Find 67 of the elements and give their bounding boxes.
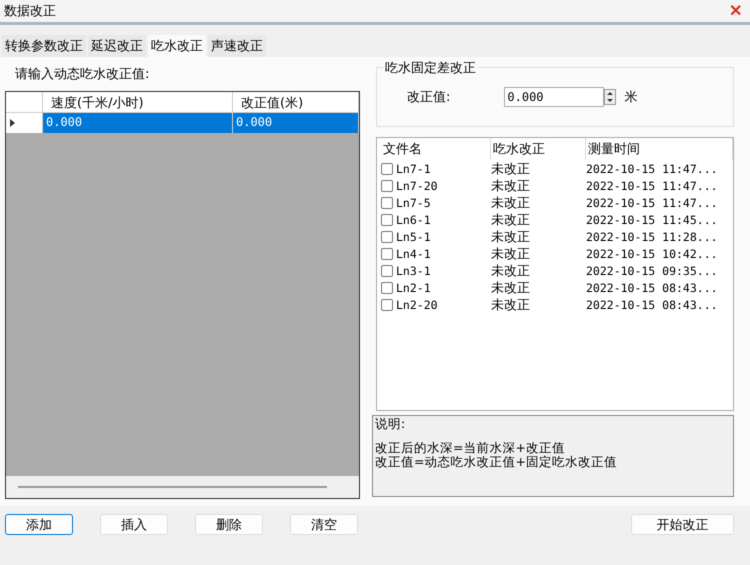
time-text: 2022-10-15 11:47... bbox=[586, 196, 718, 210]
note-text: 改正后的水深=当前水深+改正值 bbox=[375, 441, 566, 455]
table-cell[interactable]: 0.000 bbox=[233, 113, 359, 133]
time-text: 2022-10-15 08:43... bbox=[586, 280, 718, 294]
file-name: Ln2-1 bbox=[396, 280, 431, 294]
status-text: 未改正 bbox=[491, 280, 530, 296]
file-name: Ln4-1 bbox=[396, 246, 431, 260]
scroll-bar[interactable] bbox=[6, 476, 359, 498]
file-name: Ln7-5 bbox=[396, 196, 431, 210]
status-text: 未改正 bbox=[491, 262, 530, 280]
note-title: 说明: bbox=[375, 417, 406, 431]
checkbox[interactable] bbox=[381, 230, 393, 242]
close-button[interactable]: ✕ bbox=[729, 1, 742, 21]
action-button[interactable]: 添加 bbox=[5, 514, 73, 535]
checkbox[interactable] bbox=[381, 196, 393, 208]
status-text: 未改正 bbox=[491, 228, 530, 246]
tab[interactable]: 吃水改正 bbox=[148, 35, 206, 57]
window-title: 数据改正 bbox=[4, 3, 56, 20]
checkbox[interactable] bbox=[381, 298, 393, 310]
checkbox[interactable] bbox=[381, 162, 393, 174]
column-header[interactable]: 改正值(米) bbox=[233, 92, 359, 113]
column-header[interactable]: 测量时间 bbox=[586, 138, 733, 160]
action-button[interactable]: 插入 bbox=[100, 514, 168, 535]
checkbox[interactable] bbox=[381, 214, 393, 226]
status-text: 未改正 bbox=[491, 160, 530, 178]
time-text: 2022-10-15 09:35... bbox=[586, 264, 718, 278]
column-header[interactable]: 文件名 bbox=[381, 138, 491, 160]
start-button[interactable]: 开始改正 bbox=[631, 514, 734, 535]
group-title: 吃水固定差改正 bbox=[383, 59, 478, 77]
value-label: 改正值: bbox=[407, 89, 450, 106]
spin-arrows-icon[interactable] bbox=[604, 87, 616, 107]
checkbox[interactable] bbox=[381, 282, 393, 294]
status-text: 未改正 bbox=[491, 246, 530, 262]
value-field[interactable]: 0.000 bbox=[504, 87, 604, 107]
current-row-icon bbox=[10, 119, 15, 127]
tab[interactable]: 声速改正 bbox=[208, 35, 266, 57]
status-text: 未改正 bbox=[491, 178, 530, 194]
status-text: 未改正 bbox=[491, 194, 530, 212]
corner-cell bbox=[6, 92, 43, 113]
time-text: 2022-10-15 11:45... bbox=[586, 212, 718, 226]
checkbox[interactable] bbox=[381, 264, 393, 276]
status-text: 未改正 bbox=[491, 212, 530, 228]
file-name: Ln2-20 bbox=[396, 298, 438, 312]
action-button[interactable]: 删除 bbox=[195, 514, 263, 535]
column-header[interactable]: 速度(千米/小时) bbox=[43, 92, 233, 113]
file-name: Ln7-1 bbox=[396, 162, 431, 176]
time-text: 2022-10-15 10:42... bbox=[586, 246, 718, 260]
file-name: Ln6-1 bbox=[396, 212, 431, 226]
checkbox[interactable] bbox=[381, 180, 393, 192]
tab[interactable]: 转换参数改正 bbox=[2, 35, 86, 57]
time-text: 2022-10-15 08:43... bbox=[586, 298, 718, 312]
table-cell[interactable]: 0.000 bbox=[43, 113, 233, 133]
note-text: 改正值=动态吃水改正值+固定吃水改正值 bbox=[375, 455, 618, 469]
tab[interactable]: 延迟改正 bbox=[88, 35, 146, 57]
file-name: Ln3-1 bbox=[396, 264, 431, 278]
row-header[interactable] bbox=[6, 113, 43, 133]
time-text: 2022-10-15 11:28... bbox=[586, 230, 718, 244]
file-name: Ln7-20 bbox=[396, 178, 438, 192]
column-header[interactable]: 吃水改正 bbox=[491, 138, 586, 160]
time-text: 2022-10-15 11:47... bbox=[586, 162, 718, 176]
checkbox[interactable] bbox=[381, 248, 393, 260]
action-button[interactable]: 清空 bbox=[290, 514, 358, 535]
dynamic-label: 请输入动态吃水改正值: bbox=[15, 66, 150, 83]
unit-label: 米 bbox=[624, 89, 638, 106]
status-text: 未改正 bbox=[491, 296, 530, 314]
file-name: Ln5-1 bbox=[396, 230, 431, 244]
time-text: 2022-10-15 11:47... bbox=[586, 178, 718, 192]
